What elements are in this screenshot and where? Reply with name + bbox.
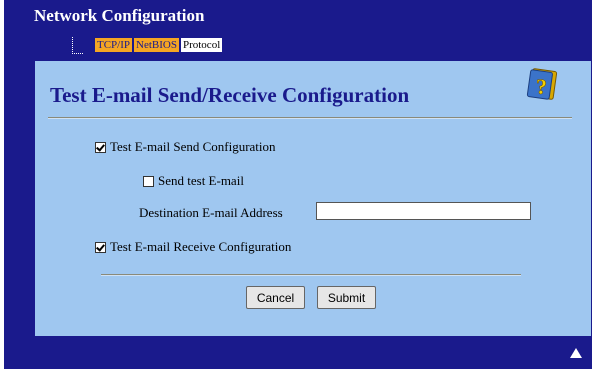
tab-protocol[interactable]: Protocol [179, 37, 224, 53]
destination-email-input[interactable] [316, 202, 531, 220]
cancel-button[interactable]: Cancel [246, 286, 305, 309]
send-test-label: Send test E-mail [158, 173, 244, 188]
app-frame: Network Configuration TCP/IP NetBIOS Pro… [4, 0, 592, 369]
svg-text:?: ? [536, 74, 547, 99]
nav-tabs: TCP/IP NetBIOS Protocol [94, 37, 224, 53]
destination-row: Destination E-mail Address [139, 205, 283, 221]
send-config-row: Test E-mail Send Configuration [95, 139, 276, 155]
send-test-row: Send test E-mail [143, 173, 244, 189]
submit-button[interactable]: Submit [317, 286, 376, 309]
send-config-label: Test E-mail Send Configuration [110, 139, 276, 154]
receive-config-row: Test E-mail Receive Configuration [95, 239, 291, 255]
tab-tcpip[interactable]: TCP/IP [94, 37, 134, 53]
send-test-checkbox[interactable] [143, 175, 154, 187]
tab-netbios[interactable]: NetBIOS [133, 37, 180, 53]
app-title: Network Configuration [34, 6, 205, 25]
scroll-up-arrow-icon[interactable] [570, 348, 582, 358]
help-book-icon[interactable]: ? [525, 67, 559, 101]
divider [48, 117, 572, 119]
receive-config-label: Test E-mail Receive Configuration [110, 239, 292, 254]
destination-label: Destination E-mail Address [139, 205, 283, 220]
config-panel: Test E-mail Send/Receive Configuration ?… [35, 61, 591, 336]
tree-connector [72, 37, 83, 54]
divider [101, 274, 521, 276]
send-config-checkbox[interactable] [95, 141, 106, 153]
page-title: Test E-mail Send/Receive Configuration [50, 83, 410, 107]
receive-config-checkbox[interactable] [95, 241, 106, 253]
